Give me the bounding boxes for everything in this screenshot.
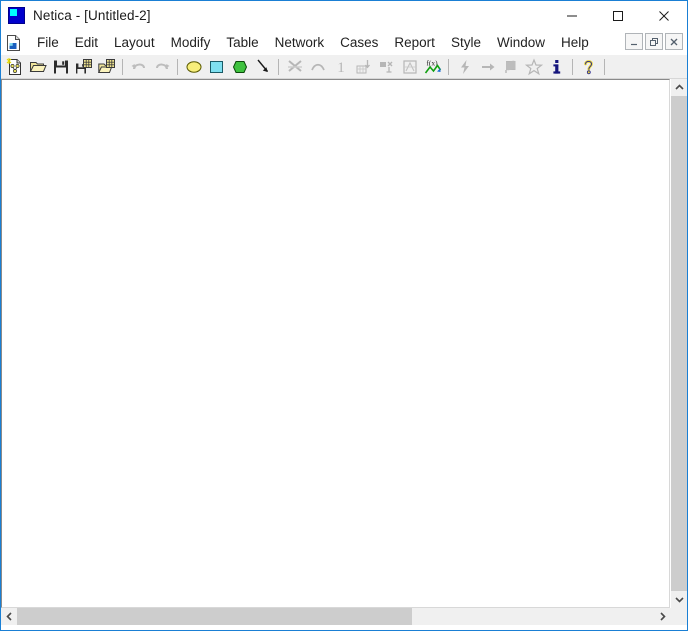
scroll-up-icon[interactable] [671, 79, 687, 96]
scrollbar-corner [670, 608, 687, 625]
mdi-window-controls [625, 33, 683, 50]
horizontal-scroll-thumb[interactable] [17, 608, 412, 625]
title-bar: Netica - [Untitled-2] [1, 1, 687, 30]
learn-table-button[interactable] [352, 56, 375, 78]
nature-node-tool[interactable] [182, 56, 205, 78]
canvas-frame [1, 79, 670, 608]
menu-item-report[interactable]: Report [386, 32, 443, 54]
toolbar-separator-5 [572, 58, 573, 75]
new-network-button[interactable] [3, 56, 26, 78]
menu-item-file[interactable]: File [29, 32, 67, 54]
findings-button[interactable] [499, 56, 522, 78]
maximize-button[interactable] [595, 1, 641, 30]
toolbar-separator-6 [604, 58, 605, 75]
menu-item-network[interactable]: Network [267, 32, 333, 54]
mdi-minimize-button[interactable] [625, 33, 643, 50]
mdi-restore-button[interactable] [645, 33, 663, 50]
info-button[interactable] [545, 56, 568, 78]
svg-text:1: 1 [337, 60, 345, 76]
scroll-down-icon[interactable] [671, 591, 687, 608]
redo-button[interactable] [150, 56, 173, 78]
menu-item-layout[interactable]: Layout [106, 32, 163, 54]
menu-item-modify[interactable]: Modify [163, 32, 219, 54]
scroll-right-icon[interactable] [654, 608, 670, 625]
toolbar-separator-2 [177, 58, 178, 75]
main-toolbar: 1 f(x) [1, 55, 687, 79]
window-controls [549, 1, 687, 30]
open-cases-button[interactable] [95, 56, 118, 78]
netica-main-window: Netica - [Untitled-2] File Edit Layout M… [0, 0, 688, 631]
menu-item-cases[interactable]: Cases [332, 32, 386, 54]
horizontal-scrollbar[interactable] [1, 608, 687, 625]
utility-node-tool[interactable] [228, 56, 251, 78]
toolbar-separator-4 [448, 58, 449, 75]
scroll-left-icon[interactable] [1, 608, 17, 625]
add-link-button[interactable] [306, 56, 329, 78]
node-sets-button[interactable] [375, 56, 398, 78]
window-title: Netica - [Untitled-2] [33, 8, 151, 23]
menu-item-table[interactable]: Table [218, 32, 266, 54]
open-network-button[interactable] [26, 56, 49, 78]
select-arrow-tool[interactable] [251, 56, 274, 78]
document-icon [6, 34, 21, 51]
menu-item-help[interactable]: Help [553, 32, 597, 54]
menu-item-edit[interactable]: Edit [67, 32, 106, 54]
save-cases-button[interactable] [72, 56, 95, 78]
minimize-button[interactable] [549, 1, 595, 30]
compile-button[interactable] [453, 56, 476, 78]
canvas-and-vscroll [1, 79, 687, 608]
menu-item-window[interactable]: Window [489, 32, 553, 54]
undo-button[interactable] [127, 56, 150, 78]
mdi-close-button[interactable] [665, 33, 683, 50]
status-strip [1, 625, 687, 630]
number-one-button[interactable]: 1 [329, 56, 352, 78]
toolbar-separator-1 [122, 58, 123, 75]
client-area [1, 79, 687, 630]
toolbar-separator-3 [278, 58, 279, 75]
netica-logo-icon [8, 7, 25, 24]
close-button[interactable] [641, 1, 687, 30]
decision-node-tool[interactable] [205, 56, 228, 78]
network-canvas[interactable] [2, 80, 669, 607]
equation-button[interactable]: f(x) [421, 56, 444, 78]
vertical-scrollbar[interactable] [670, 79, 687, 608]
propagate-button[interactable] [476, 56, 499, 78]
clear-findings-button[interactable] [522, 56, 545, 78]
menu-item-style[interactable]: Style [443, 32, 489, 54]
menu-bar: File Edit Layout Modify Table Network Ca… [1, 30, 687, 55]
cut-links-button[interactable] [283, 56, 306, 78]
save-network-button[interactable] [49, 56, 72, 78]
help-button[interactable] [577, 56, 600, 78]
sensitivity-button[interactable] [398, 56, 421, 78]
vertical-scroll-track[interactable] [671, 96, 687, 591]
horizontal-scroll-track[interactable] [17, 608, 654, 625]
